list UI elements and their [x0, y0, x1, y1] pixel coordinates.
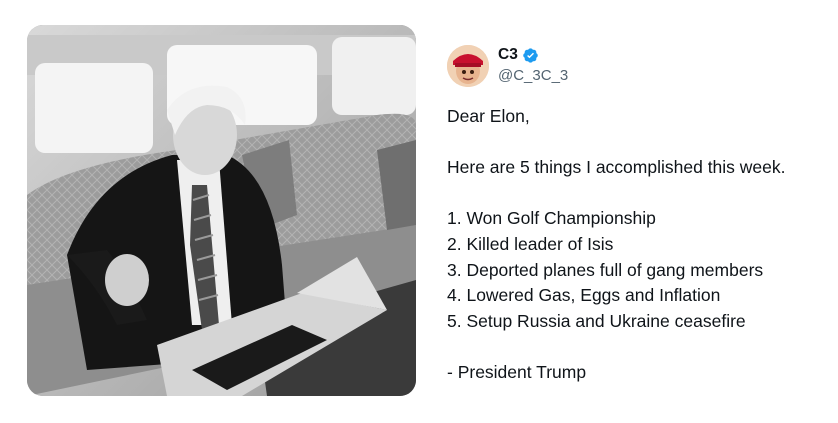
photo-man-at-laptop: [27, 25, 416, 396]
paragraph-break: [447, 181, 822, 207]
author-handle[interactable]: @C_3C_3: [498, 67, 568, 84]
paragraph-break: [447, 130, 822, 156]
tweet-list-item: 2. Killed leader of Isis: [447, 233, 614, 254]
tweet-list-item: 3. Deported planes full of gang members: [447, 259, 764, 280]
tweet-intro: Here are 5 things I accomplished this we…: [447, 157, 786, 178]
tweet-list-item: 5. Setup Russia and Ukraine ceasefire: [447, 310, 746, 331]
profile-avatar[interactable]: [447, 45, 489, 87]
author-display-name[interactable]: C3: [498, 46, 518, 64]
verified-badge-icon: [522, 47, 539, 64]
tweet-list-item: 4. Lowered Gas, Eggs and Inflation: [447, 285, 721, 306]
tweet-photo[interactable]: [27, 25, 416, 396]
tweet-signature: - President Trump: [447, 361, 587, 382]
tweet-text: Dear Elon, Here are 5 things I accomplis…: [447, 104, 822, 386]
paragraph-break: [447, 334, 822, 360]
author-name-row[interactable]: C3: [498, 46, 539, 64]
tweet-list-item: 1. Won Golf Championship: [447, 208, 656, 229]
avatar-icon: [447, 45, 489, 87]
tweet-greeting: Dear Elon,: [447, 106, 530, 126]
